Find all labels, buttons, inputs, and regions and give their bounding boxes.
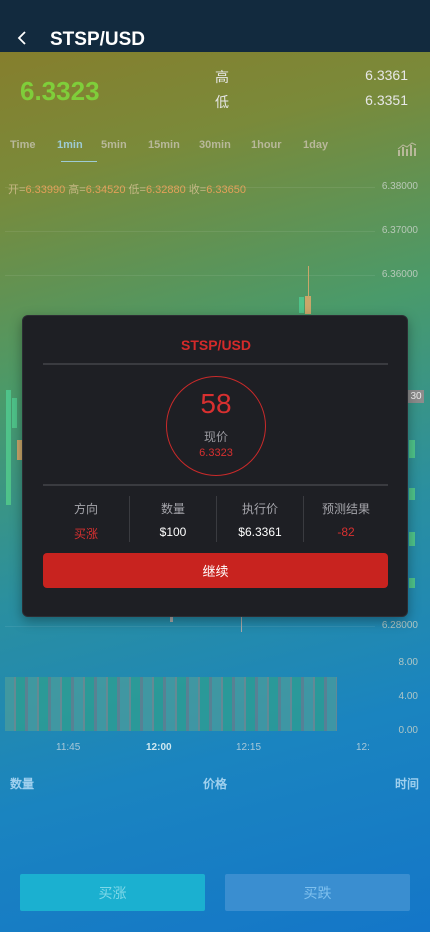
candle xyxy=(409,532,415,546)
volume-axis-label: 8.00 xyxy=(398,657,418,668)
high-value-ohlc: 6.34520 xyxy=(85,184,126,196)
volume-axis-label: 0.00 xyxy=(398,725,418,736)
grid-line xyxy=(5,626,375,627)
countdown-seconds: 58 xyxy=(200,388,232,419)
buy-down-button[interactable]: 买跌 xyxy=(225,874,410,911)
high-label-ohlc: 高= xyxy=(68,184,86,196)
top-bar: STSP/USD xyxy=(0,0,430,52)
open-value: 6.33990 xyxy=(25,184,66,196)
modal-divider xyxy=(43,484,388,486)
low-label-ohlc: 低= xyxy=(128,184,146,196)
x-axis-label: 12:15 xyxy=(236,742,262,753)
grid-line xyxy=(5,187,375,188)
candle xyxy=(12,398,17,428)
candle xyxy=(409,488,415,500)
strike-column: 执行价 $6.3361 xyxy=(217,500,303,539)
modal-title: STSP/USD xyxy=(180,337,251,353)
tab-5min[interactable]: 5min xyxy=(101,139,127,151)
high-label: 高 xyxy=(215,69,229,85)
chart-type-icon[interactable] xyxy=(397,141,417,157)
current-price-marker: 30 xyxy=(408,390,424,403)
buy-up-button[interactable]: 买涨 xyxy=(20,874,205,911)
order-confirm-modal: STSP/USD 58 现价 6.3323 方向 买涨 数量 $100 执行价 … xyxy=(22,315,408,617)
close-label-ohlc: 收= xyxy=(188,184,207,196)
x-axis-label: 11:45 xyxy=(56,742,81,753)
strike-header: 执行价 xyxy=(241,502,278,516)
amount-header: 数量 xyxy=(160,502,185,516)
volume-bars xyxy=(5,677,337,731)
result-column: 预测结果 -82 xyxy=(303,500,389,539)
modal-divider xyxy=(43,363,388,365)
amount-column: 数量 $100 xyxy=(130,500,216,539)
back-arrow-icon[interactable] xyxy=(14,30,30,46)
tab-time[interactable]: Time xyxy=(10,139,35,151)
countdown-ring: 58 现价 6.3323 xyxy=(166,376,266,476)
strike-value: $6.3361 xyxy=(238,525,282,539)
page-title: STSP/USD xyxy=(50,29,146,50)
amount-value: $100 xyxy=(159,525,187,539)
close-value-ohlc: 6.33650 xyxy=(206,184,246,196)
tab-1min[interactable]: 1min xyxy=(57,139,83,151)
ohlc-readout: 开=6.33990 高=6.34520 低=6.32880 收=6.33650 xyxy=(8,181,246,197)
continue-button[interactable]: 继续 xyxy=(43,553,388,588)
low-label: 低 xyxy=(215,94,229,110)
x-axis-label: 12:00 xyxy=(146,742,172,753)
candle xyxy=(6,390,11,505)
volume-axis-label: 4.00 xyxy=(398,691,418,702)
candle xyxy=(305,296,311,314)
time-header: 时间 xyxy=(395,777,420,791)
y-axis-label: 6.36000 xyxy=(381,269,418,280)
tab-30min[interactable]: 30min xyxy=(199,139,231,151)
current-price-value: 6.3323 xyxy=(199,447,233,459)
low-value: 6.3351 xyxy=(365,92,408,108)
tab-1day[interactable]: 1day xyxy=(303,139,328,151)
candle xyxy=(409,440,415,458)
current-price: 6.3323 xyxy=(20,76,100,106)
x-axis-label: 12: xyxy=(356,742,370,753)
tab-15min[interactable]: 15min xyxy=(148,139,180,151)
candle xyxy=(299,297,304,313)
candle xyxy=(241,616,242,632)
candle xyxy=(409,578,415,588)
direction-column: 方向 买涨 xyxy=(43,500,129,542)
tab-1hour[interactable]: 1hour xyxy=(251,139,282,151)
y-axis-label: 6.28000 xyxy=(381,620,418,631)
interval-tabs: Time 1min 5min 15min 30min 1hour 1day xyxy=(10,139,390,163)
qty-header: 数量 xyxy=(10,777,35,791)
y-axis-label: 6.38000 xyxy=(381,181,418,192)
current-price-label: 现价 xyxy=(203,430,228,444)
y-axis-label: 6.37000 xyxy=(381,225,418,236)
active-tab-indicator xyxy=(61,161,97,162)
direction-header: 方向 xyxy=(73,502,98,516)
grid-line xyxy=(5,231,375,232)
low-value-ohlc: 6.32880 xyxy=(145,184,186,196)
result-value: -82 xyxy=(337,525,355,539)
direction-value: 买涨 xyxy=(73,527,98,541)
open-label: 开= xyxy=(8,184,26,196)
high-value: 6.3361 xyxy=(365,67,408,83)
result-header: 预测结果 xyxy=(321,502,370,516)
grid-line xyxy=(5,275,375,276)
price-header: 价格 xyxy=(203,777,228,791)
